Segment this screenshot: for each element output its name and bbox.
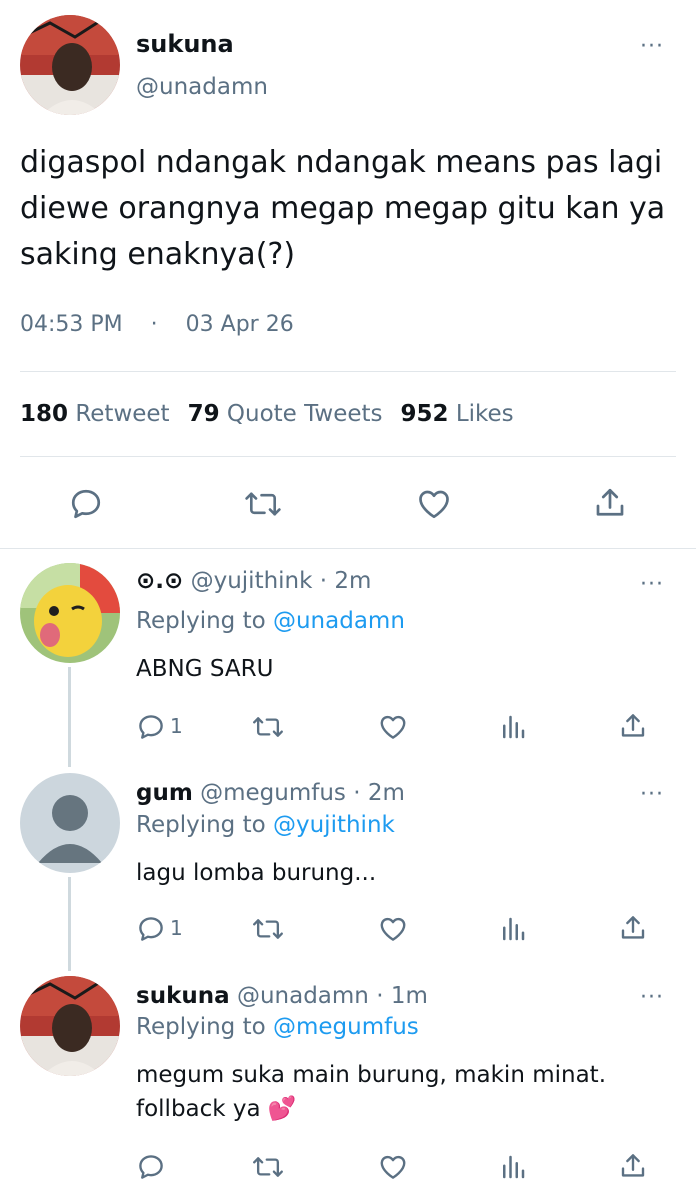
author-handle[interactable]: @unadamn — [136, 74, 268, 100]
like-icon[interactable] — [378, 914, 408, 944]
like-icon[interactable] — [416, 486, 452, 522]
reply-icon[interactable] — [68, 486, 104, 522]
analytics-icon[interactable] — [498, 712, 528, 742]
reply-time: · 2m — [319, 568, 372, 594]
thread-line — [68, 667, 71, 767]
replying-to: Replying to @megumfus — [136, 1014, 419, 1040]
more-icon[interactable]: ··· — [640, 574, 664, 596]
avatar[interactable] — [20, 563, 120, 663]
likes-stat[interactable]: 952 Likes — [401, 401, 514, 427]
reply-time: · 2m — [353, 780, 405, 806]
divider — [20, 371, 676, 372]
author-name[interactable]: sukuna — [136, 30, 234, 58]
quotes-stat[interactable]: 79 Quote Tweets — [188, 401, 383, 427]
reply-header: gum @megumfus · 2m — [136, 780, 405, 806]
more-icon[interactable]: ··· — [640, 784, 664, 806]
tweet-timestamp: 04:53 PM · 03 Apr 26 — [20, 312, 294, 337]
avatar[interactable] — [20, 15, 120, 115]
retweet-icon[interactable] — [252, 1152, 284, 1182]
share-icon[interactable] — [618, 711, 648, 741]
reply-count: 1 — [170, 714, 183, 738]
tweet-date: 03 Apr 26 — [185, 312, 294, 337]
retweets-stat[interactable]: 180 Retweet — [20, 401, 170, 427]
share-icon[interactable] — [618, 913, 648, 943]
more-icon[interactable]: ··· — [640, 987, 664, 1009]
replying-to-link[interactable]: @yujithink — [273, 812, 395, 838]
reply-header: ⊙.⊙ @yujithink · 2m — [136, 568, 371, 594]
like-icon[interactable] — [378, 1152, 408, 1182]
thread-line — [68, 877, 71, 971]
reply-text: ABNG SARU — [136, 656, 274, 682]
retweet-icon[interactable] — [252, 914, 284, 944]
analytics-icon[interactable] — [498, 914, 528, 944]
reply-icon[interactable] — [136, 1152, 166, 1182]
like-icon[interactable] — [378, 712, 408, 742]
divider — [0, 548, 696, 549]
tweet-time: 04:53 PM — [20, 312, 123, 337]
replying-to: Replying to @yujithink — [136, 812, 395, 838]
reply-time: · 1m — [376, 983, 428, 1009]
reply-icon[interactable] — [136, 914, 166, 944]
replying-label: Replying to — [136, 608, 266, 634]
replying-label: Replying to — [136, 812, 266, 838]
reply-author-name[interactable]: gum — [136, 780, 193, 806]
reply-count: 1 — [170, 916, 183, 940]
divider — [20, 456, 676, 457]
reply-author-handle[interactable]: @yujithink — [191, 568, 313, 594]
reply-icon[interactable] — [136, 712, 166, 742]
tweet-text: digaspol ndangak ndangak means pas lagi … — [20, 145, 666, 272]
reply-author-name[interactable]: sukuna — [136, 983, 230, 1009]
avatar[interactable] — [20, 976, 120, 1076]
reply-author-handle[interactable]: @unadamn — [237, 983, 369, 1009]
tweet-stats: 180 Retweet 79 Quote Tweets 952 Likes — [20, 401, 514, 427]
timestamp-separator: · — [150, 312, 158, 337]
reply-author-name[interactable]: ⊙.⊙ — [136, 568, 183, 594]
replying-label: Replying to — [136, 1014, 266, 1040]
share-icon[interactable] — [618, 1151, 648, 1181]
retweet-icon[interactable] — [244, 486, 282, 522]
more-icon[interactable]: ··· — [640, 36, 664, 58]
analytics-icon[interactable] — [498, 1152, 528, 1182]
reply-text: megum suka main burung, makin minat. fol… — [136, 1062, 607, 1122]
avatar[interactable] — [20, 773, 120, 873]
replying-to-link[interactable]: @megumfus — [273, 1014, 419, 1040]
replying-to-link[interactable]: @unadamn — [273, 608, 405, 634]
reply-author-handle[interactable]: @megumfus — [200, 780, 346, 806]
reply-text: lagu lomba burung... — [136, 860, 377, 886]
reply-header: sukuna @unadamn · 1m — [136, 983, 428, 1009]
share-icon[interactable] — [592, 485, 628, 521]
retweet-icon[interactable] — [252, 712, 284, 742]
replying-to: Replying to @unadamn — [136, 608, 405, 634]
